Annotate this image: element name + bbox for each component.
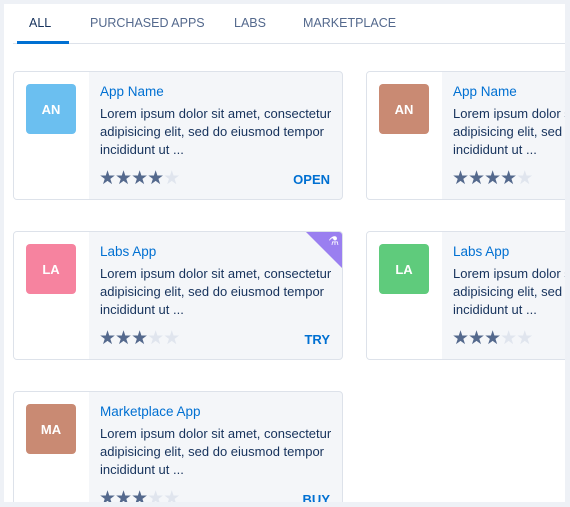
app-description: Lorem ipsum dolor sit amet, consectetur … <box>453 106 565 157</box>
star-icon: ★ <box>115 488 132 503</box>
app-card[interactable]: AN App Name Lorem ipsum dolor sit amet, … <box>13 71 343 200</box>
app-avatar: AN <box>26 84 76 134</box>
app-description: Lorem ipsum dolor sit amet, consectetur … <box>453 266 565 317</box>
star-icon: ★ <box>115 328 132 349</box>
app-card[interactable]: AN App Name Lorem ipsum dolor sit amet, … <box>366 71 565 200</box>
tab-all[interactable]: ALL <box>29 16 51 30</box>
star-icon: ★ <box>99 328 116 349</box>
app-title-link[interactable]: Labs App <box>100 244 156 259</box>
app-description: Lorem ipsum dolor sit amet, consectetur … <box>100 106 332 157</box>
star-icon: ★ <box>115 168 132 189</box>
star-icon: ★ <box>500 168 517 189</box>
app-description: Lorem ipsum dolor sit amet, consectetur … <box>100 266 332 317</box>
app-action-button[interactable]: BUY <box>303 492 330 502</box>
tab-marketplace[interactable]: MARKETPLACE <box>303 16 396 30</box>
app-description: Lorem ipsum dolor sit amet, consectetur … <box>100 426 332 477</box>
app-avatar: LA <box>379 244 429 294</box>
app-action-button[interactable]: OPEN <box>293 172 330 187</box>
star-icon: ★ <box>163 168 180 189</box>
tab-bar: ALL PURCHASED APPS LABS MARKETPLACE <box>13 4 565 44</box>
star-icon: ★ <box>484 328 501 349</box>
rating-stars: ★★★★★ <box>99 168 180 189</box>
star-icon: ★ <box>99 168 116 189</box>
rating-stars: ★★★★★ <box>452 328 533 349</box>
star-icon: ★ <box>163 328 180 349</box>
star-icon: ★ <box>99 488 116 503</box>
star-icon: ★ <box>452 328 469 349</box>
app-avatar: AN <box>379 84 429 134</box>
app-title-link[interactable]: App Name <box>100 84 164 99</box>
flask-icon: ⚗ <box>328 234 339 248</box>
app-card[interactable]: LA Labs App Lorem ipsum dolor sit amet, … <box>13 231 343 360</box>
rating-stars: ★★★★★ <box>99 328 180 349</box>
star-icon: ★ <box>147 168 164 189</box>
star-icon: ★ <box>468 168 485 189</box>
star-icon: ★ <box>131 328 148 349</box>
app-title-link[interactable]: Marketplace App <box>100 404 201 419</box>
app-action-button[interactable]: TRY <box>304 332 330 347</box>
star-icon: ★ <box>131 488 148 503</box>
star-icon: ★ <box>147 488 164 503</box>
star-icon: ★ <box>147 328 164 349</box>
app-title-link[interactable]: Labs App <box>453 244 509 259</box>
star-icon: ★ <box>452 168 469 189</box>
star-icon: ★ <box>516 328 533 349</box>
tab-purchased-apps[interactable]: PURCHASED APPS <box>90 16 205 30</box>
rating-stars: ★★★★★ <box>99 488 180 503</box>
star-icon: ★ <box>484 168 501 189</box>
app-launcher-panel: ALL PURCHASED APPS LABS MARKETPLACE AN A… <box>4 4 565 502</box>
app-title-link[interactable]: App Name <box>453 84 517 99</box>
active-tab-indicator <box>17 41 69 44</box>
app-avatar: MA <box>26 404 76 454</box>
star-icon: ★ <box>131 168 148 189</box>
star-icon: ★ <box>516 168 533 189</box>
tab-labs[interactable]: LABS <box>234 16 266 30</box>
rating-stars: ★★★★★ <box>452 168 533 189</box>
star-icon: ★ <box>163 488 180 503</box>
star-icon: ★ <box>500 328 517 349</box>
star-icon: ★ <box>468 328 485 349</box>
app-card[interactable]: LA Labs App Lorem ipsum dolor sit amet, … <box>366 231 565 360</box>
app-avatar: LA <box>26 244 76 294</box>
app-card[interactable]: MA Marketplace App Lorem ipsum dolor sit… <box>13 391 343 502</box>
